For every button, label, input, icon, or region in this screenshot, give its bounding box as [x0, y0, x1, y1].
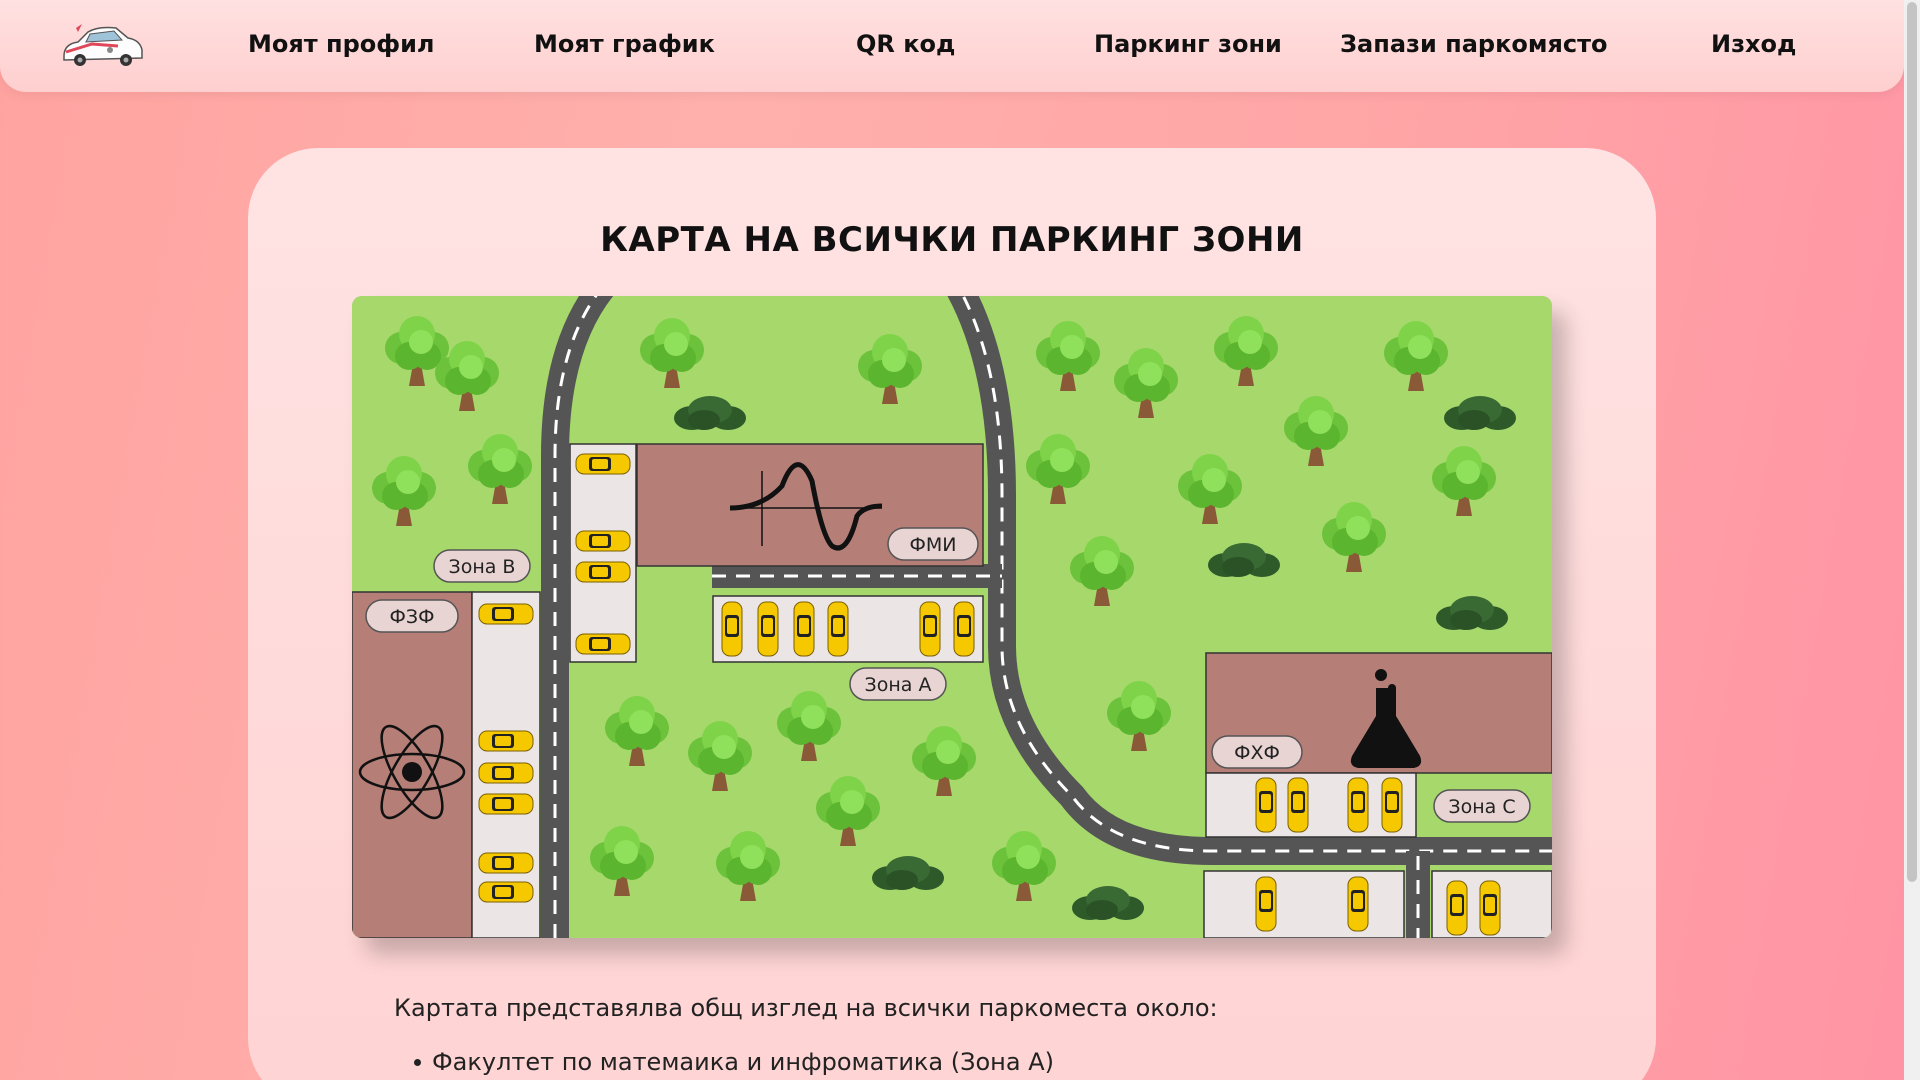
- svg-text:Зона А: Зона А: [865, 674, 932, 696]
- svg-text:ФМИ: ФМИ: [910, 534, 957, 556]
- list-item-text: Факултет по матемаика и инфроматика (Зон…: [432, 1048, 1054, 1076]
- zone-a-parking: [712, 595, 984, 663]
- label-fzf[interactable]: ФЗФ: [365, 599, 459, 633]
- label-fmi[interactable]: ФМИ: [887, 527, 979, 561]
- svg-text:ФХФ: ФХФ: [1234, 742, 1280, 764]
- label-zone-c[interactable]: Зона С: [1433, 789, 1531, 823]
- label-zone-b[interactable]: Зона В: [433, 549, 531, 583]
- nav-reserve-spot[interactable]: Запази паркомясто: [1340, 30, 1608, 58]
- nav-my-profile[interactable]: Моят профил: [248, 30, 435, 58]
- nav-logout[interactable]: Изход: [1711, 30, 1796, 58]
- svg-text:Зона В: Зона В: [449, 556, 516, 578]
- parking-map: Зона В ФЗФ ФМИ Зона А ФХФ Зона С: [352, 296, 1552, 938]
- list-item: Факултет по матемаика и инфроматика (Зон…: [414, 1048, 1054, 1076]
- zone-c-parking-upper: [1205, 772, 1417, 838]
- svg-text:Зона С: Зона С: [1448, 796, 1515, 818]
- page-title: КАРТА НА ВСИЧКИ ПАРКИНГ ЗОНИ: [600, 220, 1304, 260]
- map-description: Картата представялва общ изглед на всичк…: [394, 994, 1218, 1022]
- zone-c-parking-lower: [1203, 870, 1552, 938]
- fmi-side-parking: [569, 443, 637, 663]
- bullet-icon: [414, 1059, 421, 1066]
- logo-car-icon[interactable]: [58, 22, 146, 70]
- parking-map-svg: Зона В ФЗФ ФМИ Зона А ФХФ Зона С: [352, 296, 1552, 938]
- label-fhf[interactable]: ФХФ: [1211, 735, 1303, 769]
- nav-qr-code[interactable]: QR код: [856, 30, 955, 58]
- label-zone-a[interactable]: Зона А: [849, 667, 947, 701]
- scrollbar[interactable]: [1904, 0, 1920, 1080]
- content-card: КАРТА НА ВСИЧКИ ПАРКИНГ ЗОНИ Зона В ФЗФ …: [248, 148, 1656, 1080]
- scrollbar-thumb[interactable]: [1907, 2, 1917, 882]
- fzf-side-parking: [471, 591, 541, 938]
- nav-parking-zones[interactable]: Паркинг зони: [1094, 30, 1282, 58]
- navbar: Моят профил Моят график QR код Паркинг з…: [0, 0, 1904, 92]
- nav-my-schedule[interactable]: Моят график: [534, 30, 715, 58]
- fzf-building: [352, 591, 473, 938]
- svg-text:ФЗФ: ФЗФ: [390, 606, 435, 628]
